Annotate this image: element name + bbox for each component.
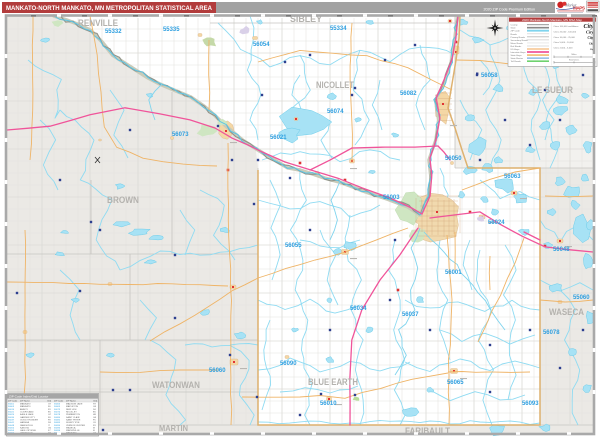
svg-text:2020 ZIP Code Premium Edition: 2020 ZIP Code Premium Edition: [484, 8, 535, 12]
svg-text:Miles: Miles: [571, 54, 577, 56]
svg-text:56003: 56003: [8, 406, 15, 408]
svg-text:RENVILLE: RENVILLE: [78, 18, 118, 29]
svg-text:State Routes: State Routes: [511, 57, 525, 60]
svg-text:MANKATO-NORTH MANKATO, MN METR: MANKATO-NORTH MANKATO, MN METROPOLITAN S…: [6, 5, 212, 12]
svg-text:BLUE EARTH: BLUE EARTH: [308, 377, 358, 387]
svg-text:Toll Roads: Toll Roads: [511, 61, 522, 63]
svg-text:WASECA: WASECA: [66, 426, 76, 429]
svg-text:56003: 56003: [383, 195, 400, 201]
svg-text:GARDEN CITY: GARDEN CITY: [20, 416, 35, 419]
svg-text:55332: 55332: [105, 29, 122, 35]
svg-text:SAINT PETER: SAINT PETER: [66, 419, 81, 422]
svg-text:56010: 56010: [320, 401, 337, 407]
svg-text:56063: 56063: [504, 174, 521, 180]
svg-text:56065: 56065: [54, 406, 61, 408]
svg-text:2020 Mankato-North Mankato, MN: 2020 Mankato-North Mankato, MN MSA Map: [522, 18, 582, 22]
svg-text:LE SUEUR: LE SUEUR: [532, 85, 573, 96]
svg-text:Interstate Hwys: Interstate Hwys: [511, 51, 527, 54]
svg-text:55335: 55335: [163, 27, 180, 33]
svg-text:Cities 10,000 - 25,000: Cities 10,000 - 25,000: [554, 36, 576, 39]
svg-text:56034: 56034: [8, 417, 15, 419]
svg-text:55334: 55334: [330, 26, 347, 32]
svg-text:MANKATO: MANKATO: [20, 405, 31, 408]
svg-text:AMBOY: AMBOY: [20, 408, 28, 411]
svg-text:HANSKA: HANSKA: [20, 421, 30, 424]
svg-text:NICOLLET: NICOLLET: [316, 80, 354, 91]
svg-text:Roads: Roads: [511, 34, 518, 36]
svg-text:KASOTA: KASOTA: [20, 426, 29, 429]
svg-text:56090: 56090: [280, 361, 297, 367]
svg-text:Cities 25,000 - 100,000: Cities 25,000 - 100,000: [554, 30, 577, 33]
svg-text:SLEEPY EYE: SLEEPY EYE: [66, 422, 80, 424]
svg-text:56001: 56001: [445, 270, 462, 276]
svg-text:COURTLAND: COURTLAND: [20, 411, 34, 414]
svg-text:MANKATO: MANKATO: [20, 403, 31, 406]
svg-text:LAKE CRYSTAL: LAKE CRYSTAL: [20, 429, 37, 432]
svg-text:US Hwys: US Hwys: [511, 49, 521, 51]
svg-text:56065: 56065: [447, 380, 464, 386]
svg-text:State Hwys: State Hwys: [511, 54, 523, 57]
svg-text:ZIP Name: ZIP Name: [20, 400, 31, 402]
svg-text:56024: 56024: [488, 220, 505, 226]
svg-text:WASECA: WASECA: [549, 307, 584, 317]
svg-text:56048: 56048: [553, 247, 570, 253]
svg-text:MAPLETON: MAPLETON: [66, 405, 78, 408]
svg-text:State: State: [511, 27, 517, 30]
svg-text:56021: 56021: [8, 412, 15, 414]
svg-text:NICOLLET: NICOLLET: [66, 412, 77, 414]
svg-text:Cities 2,500 - 5,000: Cities 2,500 - 5,000: [554, 47, 574, 50]
svg-text:56073: 56073: [172, 132, 189, 138]
svg-text:56050: 56050: [8, 427, 15, 429]
svg-text:BROWN: BROWN: [107, 195, 139, 205]
svg-text:56054: 56054: [253, 42, 270, 48]
svg-text:JANESVILLE: JANESVILLE: [20, 424, 34, 427]
svg-text:County: County: [511, 24, 519, 27]
svg-text:Kilometers: Kilometers: [569, 59, 580, 62]
svg-text:56037: 56037: [402, 312, 419, 318]
svg-text:56034: 56034: [350, 306, 367, 312]
svg-text:ZIP Code: ZIP Code: [8, 400, 18, 402]
svg-text:Rail Roads: Rail Roads: [511, 46, 523, 48]
svg-text:56021: 56021: [270, 135, 287, 141]
svg-text:56050: 56050: [445, 156, 462, 162]
svg-text:MARTIN: MARTIN: [159, 423, 188, 433]
svg-text:56085: 56085: [54, 422, 61, 424]
svg-text:56058: 56058: [481, 73, 498, 79]
svg-text:ZIP Name: ZIP Name: [66, 400, 77, 402]
svg-text:Cities 100,000 and Above: Cities 100,000 and Above: [554, 25, 580, 28]
svg-text:56074: 56074: [54, 412, 61, 414]
svg-text:MAPS: MAPS: [573, 6, 585, 11]
svg-text:56055: 56055: [285, 243, 302, 249]
svg-text:WATERVILLE: WATERVILLE: [66, 429, 80, 432]
svg-text:Secondary Roads: Secondary Roads: [511, 39, 529, 42]
svg-text:55060: 55060: [573, 295, 590, 301]
svg-text:Minor Roads: Minor Roads: [511, 42, 524, 45]
svg-text:Primary Roads: Primary Roads: [511, 36, 526, 39]
svg-text:56074: 56074: [327, 109, 344, 115]
svg-text:56060: 56060: [209, 368, 226, 374]
svg-text:56093: 56093: [54, 427, 61, 429]
svg-text:ZIP Code: ZIP Code: [54, 400, 64, 402]
svg-text:Cities 5,000 - 10,000: Cities 5,000 - 10,000: [554, 41, 575, 44]
svg-text:SAINT CLAIR: SAINT CLAIR: [66, 416, 80, 419]
svg-text:56080: 56080: [54, 417, 61, 419]
svg-text:MADISON LAKE: MADISON LAKE: [66, 403, 83, 406]
svg-text:ZIP Code Index/Grid Locator: ZIP Code Index/Grid Locator: [9, 395, 48, 399]
svg-text:56082: 56082: [400, 91, 417, 97]
svg-text:ZIP Code: ZIP Code: [511, 31, 521, 33]
svg-text:56041: 56041: [8, 422, 15, 424]
svg-text:WATONWAN: WATONWAN: [152, 380, 200, 390]
svg-text:EAGLE LAKE: EAGLE LAKE: [20, 413, 34, 416]
svg-text:56078: 56078: [543, 330, 560, 336]
svg-text:56093: 56093: [522, 401, 539, 407]
